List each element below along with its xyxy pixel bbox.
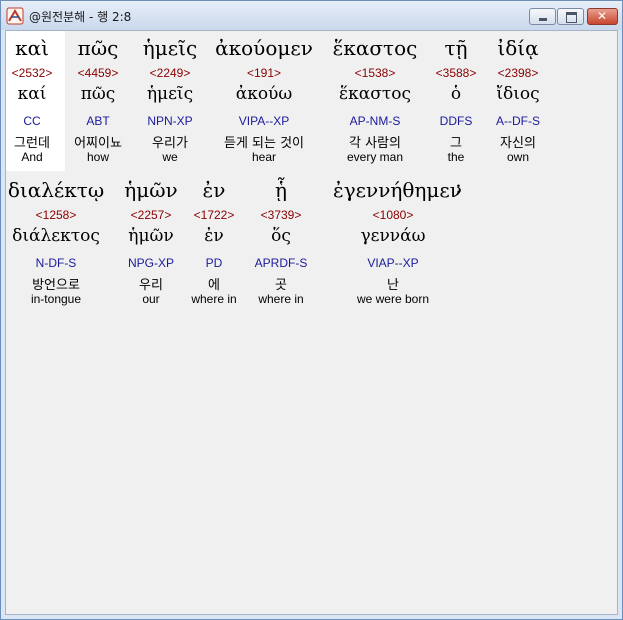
app-logo-icon <box>6 7 24 25</box>
parse-code: APRDF-S <box>254 256 308 270</box>
parse-code: VIAP--XP <box>367 256 419 270</box>
greek-surface-word[interactable]: ᾗ <box>221 178 341 202</box>
maximize-button[interactable] <box>557 8 584 25</box>
korean-gloss: 자신의 <box>500 136 536 151</box>
english-gloss: where in <box>258 292 304 306</box>
english-gloss: hear <box>251 150 277 164</box>
title-bar[interactable]: @원전분해 - 행 2:8 <box>1 1 622 30</box>
sentence-punctuation: ; <box>455 174 462 198</box>
greek-lemma: ἴδιος <box>496 84 540 104</box>
strongs-number: <3739> <box>260 208 302 222</box>
greek-surface-word[interactable]: ἐγεννήθημεν <box>333 178 462 202</box>
close-button[interactable] <box>587 8 618 25</box>
greek-lemma: ἀκούω <box>235 84 293 104</box>
english-gloss: we were born <box>356 292 430 306</box>
strongs-number: <191> <box>246 66 282 80</box>
window-title: @원전분해 - 행 2:8 <box>29 10 132 24</box>
greek-surface-word[interactable]: ἀκούομεν <box>204 36 324 60</box>
korean-gloss: 곳 <box>275 278 287 293</box>
greek-lemma: ὅς <box>271 226 291 246</box>
parse-code: VIPA--XP <box>238 114 290 128</box>
app-window: @원전분해 - 행 2:8 καὶ<2532>καίCC그런데Andπῶς<44… <box>0 0 623 620</box>
greek-lemma: γεννάω <box>360 226 426 246</box>
korean-gloss: 듣게 되는 것이 <box>223 136 305 151</box>
korean-gloss: 난 <box>387 278 399 293</box>
strongs-number: <1080> <box>372 208 414 222</box>
parse-code: A--DF-S <box>496 114 540 128</box>
greek-surface-word[interactable]: ἰδίᾳ <box>458 36 578 60</box>
minimize-button[interactable] <box>529 8 556 25</box>
english-gloss: own <box>506 150 529 164</box>
strongs-number: <2398> <box>497 66 539 80</box>
interlinear-panel[interactable]: καὶ <2532> καί CC 그런데 And πῶς <4459> πῶς ABT 어찌이뇨 h… <box>5 30 618 615</box>
